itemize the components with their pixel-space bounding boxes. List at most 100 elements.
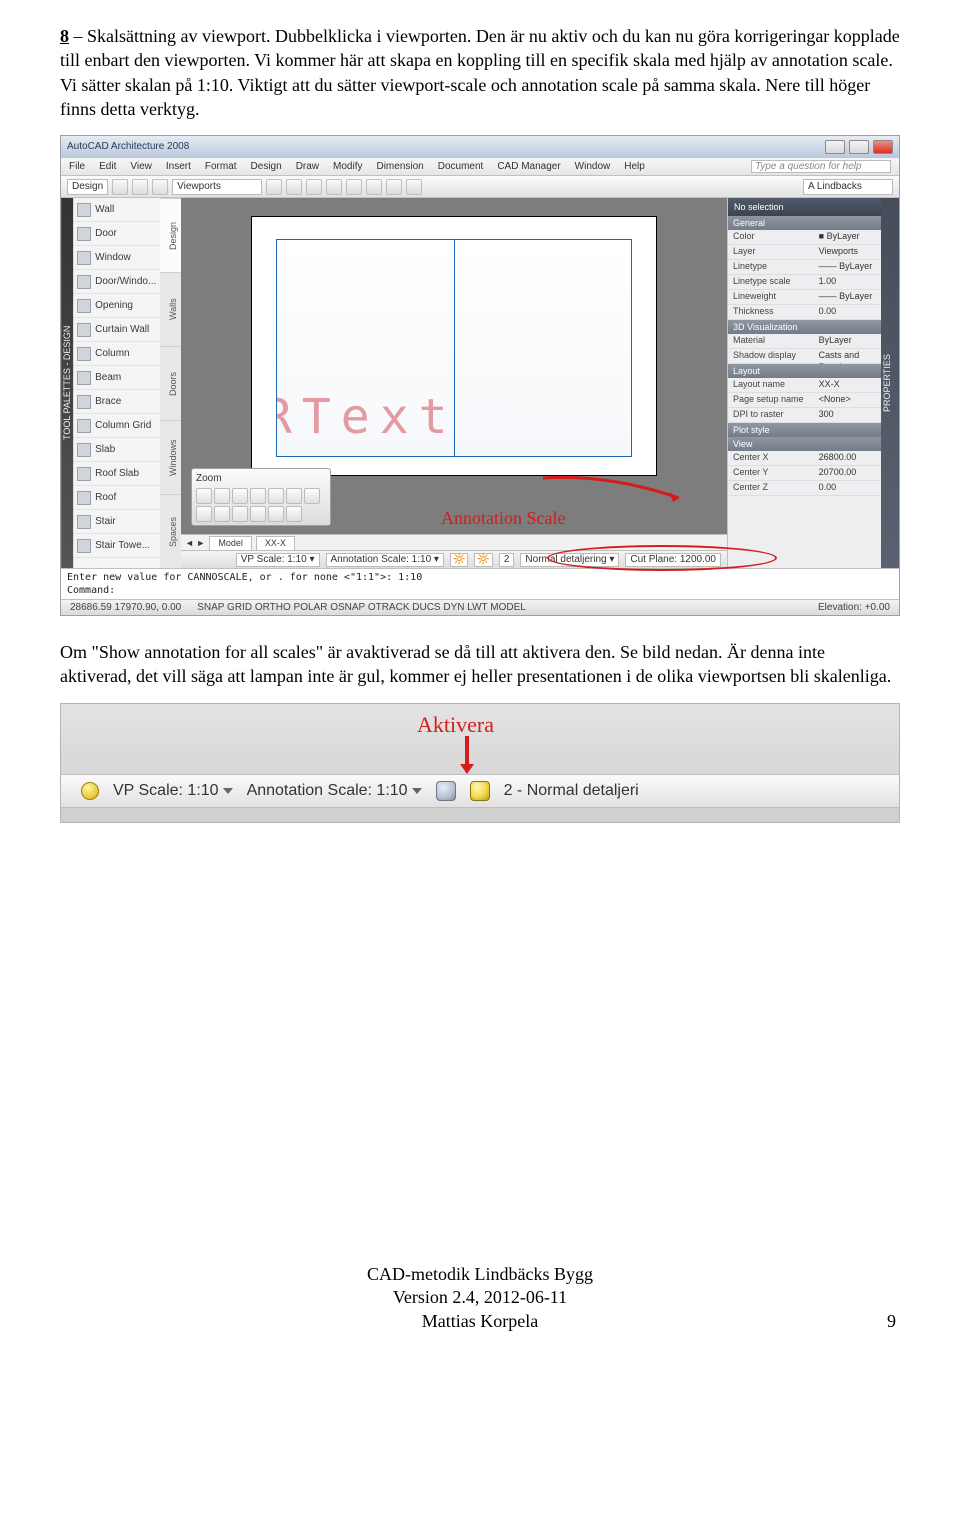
properties-row[interactable]: Shadow displayCasts and Recei... [728, 349, 881, 364]
menu-dimension[interactable]: Dimension [376, 160, 423, 174]
annotation-scale-dropdown[interactable]: Annotation Scale: 1:10 ▾ [326, 553, 444, 567]
palette-item-column[interactable]: Column [73, 342, 160, 366]
maximize-button[interactable] [849, 140, 869, 154]
drawing-canvas[interactable]: RText RTe Zoom [181, 198, 727, 534]
minimize-button[interactable] [825, 140, 845, 154]
properties-row[interactable]: Center X26800.00 [728, 451, 881, 466]
zoom-icon[interactable] [196, 506, 212, 522]
menu-edit[interactable]: Edit [99, 160, 116, 174]
zoom-icon[interactable] [196, 488, 212, 504]
palette-item-columngrid[interactable]: Column Grid [73, 414, 160, 438]
tab-design[interactable]: Design [67, 179, 108, 195]
viewport[interactable]: RText RTe [276, 239, 632, 457]
viewports-dropdown[interactable]: Viewports [172, 179, 262, 195]
properties-row[interactable]: Linetype scale1.00 [728, 275, 881, 290]
properties-row[interactable]: LayerViewports [728, 245, 881, 260]
lindbacks-dropdown[interactable]: A Lindbacks [803, 179, 893, 195]
properties-row[interactable]: Layout nameXX-X [728, 378, 881, 393]
properties-row[interactable]: Thickness0.00 [728, 305, 881, 320]
annotation-visibility-button[interactable]: 🔆 [450, 553, 468, 567]
palette-item-stair[interactable]: Stair [73, 510, 160, 534]
door-icon [77, 227, 91, 241]
toolbar-icon[interactable] [386, 179, 402, 195]
palette-item-doorwindow[interactable]: Door/Windo... [73, 270, 160, 294]
menu-design[interactable]: Design [251, 160, 282, 174]
palette-item-roof[interactable]: Roof [73, 486, 160, 510]
palette-item-roofslab[interactable]: Roof Slab [73, 462, 160, 486]
menu-help[interactable]: Help [624, 160, 645, 174]
zoom-icon[interactable] [286, 506, 302, 522]
properties-group[interactable]: 3D Visualization [728, 320, 881, 334]
zoom-icon[interactable] [214, 506, 230, 522]
palette-item-brace[interactable]: Brace [73, 390, 160, 414]
columngrid-icon [77, 419, 91, 433]
detail-chip[interactable]: 2 - Normal detaljeri [504, 780, 639, 802]
status-toggles[interactable]: SNAP GRID ORTHO POLAR OSNAP OTRACK DUCS … [194, 601, 529, 615]
properties-group[interactable]: Plot style [728, 423, 881, 437]
zoom-icon[interactable] [232, 506, 248, 522]
toolbar-icon[interactable] [346, 179, 362, 195]
annotation-autoscale-lamp[interactable] [470, 781, 490, 801]
palette-item-curtainwall[interactable]: Curtain Wall [73, 318, 160, 342]
menu-view[interactable]: View [130, 160, 152, 174]
properties-row[interactable]: Lineweight—— ByLayer [728, 290, 881, 305]
palette-item-window[interactable]: Window [73, 246, 160, 270]
toolbar-icon[interactable] [266, 179, 282, 195]
zoom-icon[interactable] [268, 506, 284, 522]
properties-group[interactable]: General [728, 216, 881, 230]
menu-insert[interactable]: Insert [166, 160, 191, 174]
menu-modify[interactable]: Modify [333, 160, 362, 174]
properties-row[interactable]: Page setup name<None> [728, 393, 881, 408]
properties-row[interactable]: DPI to raster300 [728, 408, 881, 423]
menu-cadmanager[interactable]: CAD Manager [497, 160, 560, 174]
coords-readout: 28686.59 17970.90, 0.00 [67, 601, 184, 615]
properties-group[interactable]: Layout [728, 364, 881, 378]
command-line[interactable]: Enter new value for CANNOSCALE, or . for… [61, 568, 899, 599]
zoom-icon[interactable] [250, 488, 266, 504]
tab-xxx[interactable]: XX-X [256, 536, 295, 550]
toolbar-icon[interactable] [152, 179, 168, 195]
zoom-icon[interactable] [304, 488, 320, 504]
toolbar-icon[interactable] [366, 179, 382, 195]
detail-level-dropdown[interactable]: Normal detaljering ▾ [520, 553, 619, 567]
palette-item-beam[interactable]: Beam [73, 366, 160, 390]
menu-file[interactable]: File [69, 160, 85, 174]
zoom-icon[interactable] [268, 488, 284, 504]
toolbar-icon[interactable] [306, 179, 322, 195]
vp-scale-dropdown[interactable]: VP Scale: 1:10 ▾ [236, 553, 320, 567]
annotation-visibility-lamp[interactable] [436, 781, 456, 801]
canvas-column: RText RTe Zoom [181, 198, 727, 568]
toolbar-icon[interactable] [112, 179, 128, 195]
palette-item-door[interactable]: Door [73, 222, 160, 246]
properties-row[interactable]: MaterialByLayer [728, 334, 881, 349]
menu-window[interactable]: Window [575, 160, 611, 174]
help-search-input[interactable]: Type a question for help [751, 160, 891, 173]
sun-icon[interactable] [81, 782, 99, 800]
properties-row[interactable]: Center Z0.00 [728, 481, 881, 496]
properties-row[interactable]: Color■ ByLayer [728, 230, 881, 245]
menu-format[interactable]: Format [205, 160, 237, 174]
annotation-autoscale-button[interactable]: 🔆 [474, 553, 492, 567]
palette-item-slab[interactable]: Slab [73, 438, 160, 462]
menu-draw[interactable]: Draw [296, 160, 319, 174]
toolbar-icon[interactable] [132, 179, 148, 195]
toolbar-icon[interactable] [326, 179, 342, 195]
tab-model[interactable]: Model [209, 536, 252, 550]
status-strip: VP Scale: 1:10 Annotation Scale: 1:10 2 … [61, 774, 899, 808]
properties-row[interactable]: Center Y20700.00 [728, 466, 881, 481]
vp-scale-chip[interactable]: VP Scale: 1:10 [113, 780, 233, 802]
palette-item-opening[interactable]: Opening [73, 294, 160, 318]
zoom-icon[interactable] [214, 488, 230, 504]
palette-item-stairtower[interactable]: Stair Towe... [73, 534, 160, 558]
toolbar-icon[interactable] [406, 179, 422, 195]
annotation-scale-chip[interactable]: Annotation Scale: 1:10 [247, 780, 422, 802]
menu-document[interactable]: Document [438, 160, 484, 174]
palette-item-wall[interactable]: Wall [73, 198, 160, 222]
zoom-icon[interactable] [232, 488, 248, 504]
close-button[interactable] [873, 140, 893, 154]
properties-row[interactable]: Linetype—— ByLayer [728, 260, 881, 275]
properties-group[interactable]: View [728, 437, 881, 451]
toolbar-icon[interactable] [286, 179, 302, 195]
zoom-icon[interactable] [286, 488, 302, 504]
zoom-icon[interactable] [250, 506, 266, 522]
